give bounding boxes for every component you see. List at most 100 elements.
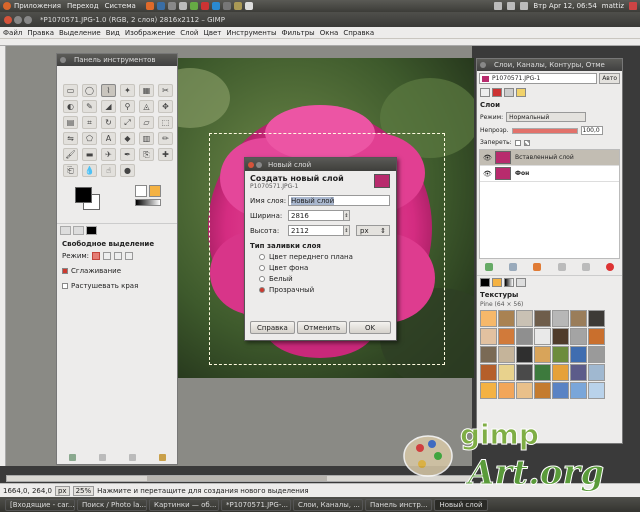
app-icon[interactable]	[233, 2, 242, 10]
width-spinner[interactable]: ⇕	[344, 210, 350, 221]
app-icon[interactable]	[178, 2, 187, 10]
pattern-swatch[interactable]	[498, 328, 515, 345]
pattern-swatch[interactable]	[534, 364, 551, 381]
rect-select-icon[interactable]: ▭	[63, 84, 78, 97]
cancel-button[interactable]: Отменить	[296, 321, 348, 334]
delete-layer-icon[interactable]	[605, 263, 614, 271]
pattern-swatch[interactable]	[516, 382, 533, 399]
pattern-swatch[interactable]	[498, 382, 515, 399]
task-item[interactable]: Слои, Каналы, ...	[293, 498, 363, 511]
flip-icon[interactable]: ⇋	[63, 132, 78, 145]
gradient-swatch[interactable]	[135, 199, 161, 206]
power-icon[interactable]	[629, 2, 637, 10]
horizontal-ruler[interactable]	[0, 39, 640, 46]
pattern-swatch[interactable]	[534, 310, 551, 327]
task-item[interactable]: Новый слой	[434, 498, 488, 511]
lower-layer-icon[interactable]	[533, 263, 542, 271]
layer-row[interactable]: 👁 Вставленный слой	[480, 150, 619, 166]
delete-options-icon[interactable]	[128, 454, 136, 461]
mode-subtract-icon[interactable]	[114, 252, 123, 260]
crop-icon[interactable]: ⌗	[82, 116, 97, 129]
scale-icon[interactable]: ⤢	[120, 116, 135, 129]
color-picker-icon[interactable]: ◢	[101, 100, 116, 113]
radio-icon[interactable]	[259, 265, 265, 271]
mode-replace-icon[interactable]	[92, 252, 101, 260]
pattern-swatch[interactable]	[480, 328, 497, 345]
fill-option-transparent[interactable]: Прозрачный	[245, 286, 396, 294]
pattern-swatch[interactable]	[588, 346, 605, 363]
airbrush-icon[interactable]: ✈	[101, 148, 116, 161]
horizontal-scrollbar[interactable]	[6, 475, 472, 482]
fuzzy-select-icon[interactable]: ✦	[120, 84, 135, 97]
lock-pixels-checkbox[interactable]	[514, 139, 521, 146]
pattern-swatch[interactable]	[498, 364, 515, 381]
terminal-icon[interactable]	[244, 2, 253, 10]
duplicate-layer-icon[interactable]	[557, 263, 566, 271]
pattern-swatch[interactable]	[570, 310, 587, 327]
color-select-icon[interactable]: ▦	[139, 84, 154, 97]
pattern-swatch[interactable]	[480, 346, 497, 363]
perspective-icon[interactable]: ⬚	[158, 116, 173, 129]
menu-edit[interactable]: Правка	[27, 29, 54, 37]
width-input[interactable]: 2816	[288, 210, 344, 221]
pattern-swatch[interactable]	[534, 382, 551, 399]
radio-icon[interactable]	[259, 254, 265, 260]
help-icon[interactable]	[167, 2, 176, 10]
opacity-slider[interactable]	[511, 127, 578, 134]
minimize-icon[interactable]	[14, 15, 22, 24]
lock-alpha-checkbox[interactable]	[523, 139, 530, 146]
patterns-tab-icon[interactable]	[492, 278, 502, 287]
reset-options-icon[interactable]	[158, 454, 166, 461]
cage-icon[interactable]: ⬠	[82, 132, 97, 145]
ok-button[interactable]: OK	[349, 321, 392, 334]
pattern-swatch[interactable]	[552, 346, 569, 363]
menu-select[interactable]: Выделение	[59, 29, 101, 37]
paths-icon[interactable]: ✎	[82, 100, 97, 113]
align-icon[interactable]: ▤	[63, 116, 78, 129]
firefox-icon[interactable]	[145, 2, 154, 10]
move-icon[interactable]: ✥	[158, 100, 173, 113]
layer-mode-select[interactable]: Нормальный	[506, 112, 587, 122]
heal-icon[interactable]: ✚	[158, 148, 173, 161]
zoom-icon[interactable]: ⚲	[120, 100, 135, 113]
pattern-swatch[interactable]	[570, 328, 587, 345]
menu-colors[interactable]: Цвет	[203, 29, 221, 37]
free-select-icon[interactable]: ⌇	[101, 84, 116, 97]
clone-icon[interactable]: ⎘	[139, 148, 154, 161]
height-input[interactable]: 2112	[288, 225, 344, 236]
layer-row[interactable]: 👁 Фон	[480, 166, 619, 182]
brushes-tab-icon[interactable]	[86, 226, 97, 235]
paths-tab-icon[interactable]	[504, 88, 514, 97]
menu-view[interactable]: Вид	[106, 29, 120, 37]
tool-options-tab-icon[interactable]	[60, 226, 71, 235]
bucket-fill-icon[interactable]: ◆	[120, 132, 135, 145]
channels-tab-icon[interactable]	[492, 88, 502, 97]
toolbox-titlebar[interactable]: Панель инструментов	[57, 54, 177, 66]
pattern-swatch[interactable]	[588, 382, 605, 399]
image-selector[interactable]: P1070571.JPG-1	[479, 73, 598, 84]
menu-tools[interactable]: Инструменты	[226, 29, 276, 37]
unit-dropdown[interactable]: px	[54, 485, 70, 496]
anchor-layer-icon[interactable]	[581, 263, 590, 271]
help-button[interactable]: Справка	[249, 321, 295, 334]
pattern-swatch[interactable]	[570, 364, 587, 381]
menu-windows[interactable]: Окна	[320, 29, 339, 37]
pattern-swatch[interactable]	[516, 310, 533, 327]
gimp-icon[interactable]	[222, 2, 231, 10]
menu-filters[interactable]: Фильтры	[281, 29, 314, 37]
menu-system[interactable]: Система	[105, 2, 136, 10]
pattern-swatch[interactable]	[516, 364, 533, 381]
perspective-clone-icon[interactable]: ⎗	[63, 164, 78, 177]
task-item[interactable]: *P1070571.JPG-...	[221, 498, 291, 511]
smudge-icon[interactable]: ☝	[101, 164, 116, 177]
measure-icon[interactable]: ◬	[139, 100, 154, 113]
auto-button[interactable]: Авто	[599, 73, 620, 84]
opacity-value[interactable]: 100,0	[580, 126, 603, 135]
pattern-swatch[interactable]	[552, 382, 569, 399]
pattern-swatch[interactable]	[534, 328, 551, 345]
radio-icon[interactable]	[259, 287, 265, 293]
pattern-swatch[interactable]	[552, 310, 569, 327]
pattern-swatch[interactable]	[498, 310, 515, 327]
network-icon[interactable]	[494, 2, 503, 10]
mail-icon[interactable]	[156, 2, 165, 10]
